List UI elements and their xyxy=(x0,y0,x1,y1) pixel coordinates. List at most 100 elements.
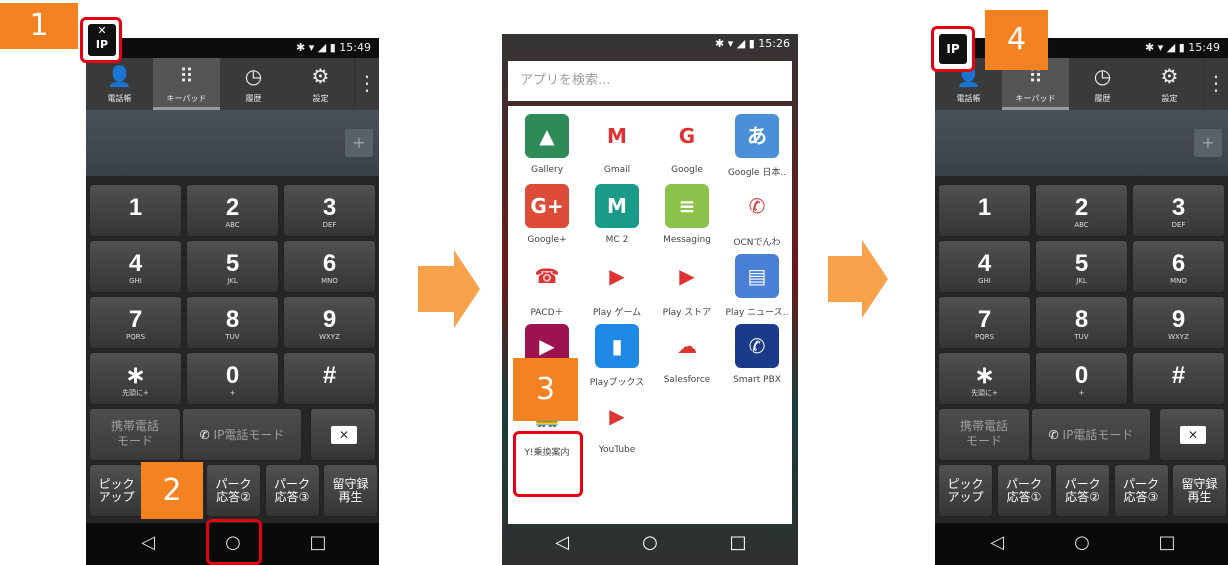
dial-key[interactable]: 9 WXYZ xyxy=(1132,296,1225,349)
status-bar: ✱ ▾ ◢ ▮ 15:49 xyxy=(86,38,379,58)
tab-history[interactable]: ◷ 履歴 xyxy=(1069,58,1136,110)
app-launcher-item[interactable]: G+ Google+ xyxy=(512,178,582,258)
backspace-button[interactable]: ✕ xyxy=(310,408,376,461)
dial-key[interactable]: 8 TUV xyxy=(186,296,279,349)
back-icon[interactable]: ◁ xyxy=(967,531,1027,555)
mobile-mode-button[interactable]: 携帯電話 モード xyxy=(938,408,1030,461)
function-key-row: ピック アップ パーク 応答② パーク 応答③ 留守録 再生 xyxy=(86,464,379,517)
function-key[interactable]: パーク 応答③ xyxy=(1113,464,1169,517)
dial-key[interactable]: 6 MNO xyxy=(283,240,376,293)
ip-mode-label: IP電話モード xyxy=(1062,428,1134,442)
recents-icon[interactable]: □ xyxy=(1137,531,1197,555)
tab-label: 電話帳 xyxy=(956,94,981,103)
dial-key-letters: + xyxy=(1078,389,1085,397)
smart-pbx-off-icon[interactable]: ✕ IP xyxy=(88,24,116,56)
dial-key[interactable]: 0 + xyxy=(1035,352,1128,405)
overflow-menu-icon[interactable]: ⋮ xyxy=(355,58,379,110)
app-search-input[interactable]: アプリを検索... xyxy=(508,61,792,101)
dial-key-digit: 1 xyxy=(128,194,143,221)
function-key[interactable]: パーク 応答① xyxy=(996,464,1052,517)
recents-icon[interactable]: □ xyxy=(288,531,348,555)
battery-icon: ▮ xyxy=(1178,41,1185,54)
app-label: PACD＋ xyxy=(530,308,564,318)
bluetooth-icon: ✱ xyxy=(296,41,306,54)
smart-pbx-icon: ✆ xyxy=(735,324,779,368)
function-key[interactable]: ピック アップ xyxy=(89,464,144,517)
function-key[interactable]: パーク 応答② xyxy=(206,464,261,517)
dial-key[interactable]: 2 ABC xyxy=(186,184,279,237)
backspace-button[interactable]: ✕ xyxy=(1159,408,1225,461)
dial-key[interactable]: 1 xyxy=(89,184,182,237)
backspace-icon: ✕ xyxy=(1180,426,1206,444)
dial-key[interactable]: 2 ABC xyxy=(1035,184,1128,237)
dial-key[interactable]: 7 PQRS xyxy=(938,296,1031,349)
number-display: + xyxy=(86,110,379,176)
app-launcher-item[interactable]: ≡ Messaging xyxy=(652,178,722,258)
app-launcher-item[interactable]: ▲ Gallery xyxy=(512,108,582,188)
dial-key[interactable]: 5 JKL xyxy=(1035,240,1128,293)
home-icon[interactable]: ○ xyxy=(620,531,680,555)
dial-key[interactable]: ∗ 先頭に+ xyxy=(938,352,1031,405)
dial-key[interactable]: 6 MNO xyxy=(1132,240,1225,293)
add-contact-icon[interactable]: + xyxy=(1194,129,1222,157)
dial-key[interactable]: 4 GHI xyxy=(938,240,1031,293)
tab-contacts[interactable]: 👤 電話帳 xyxy=(86,58,153,110)
app-launcher-item[interactable]: ▶ Play ゲーム xyxy=(582,248,652,328)
tab-settings[interactable]: ⚙ 設定 xyxy=(287,58,354,110)
dial-key-digit: 4 xyxy=(977,250,992,277)
tab-label: 電話帳 xyxy=(107,94,132,103)
phone-handset-icon: ✆ xyxy=(1048,428,1059,442)
bluetooth-icon: ✱ xyxy=(1145,41,1155,54)
function-key[interactable]: ピック アップ xyxy=(938,464,993,517)
add-contact-icon[interactable]: + xyxy=(345,129,373,157)
app-launcher-item[interactable]: ✆ OCNでんわ xyxy=(722,178,792,258)
back-icon[interactable]: ◁ xyxy=(532,531,592,555)
app-launcher-item[interactable]: G Google xyxy=(652,108,722,188)
overflow-menu-icon[interactable]: ⋮ xyxy=(1204,58,1228,110)
app-launcher-item[interactable]: M MC 2 xyxy=(582,178,652,258)
dial-key[interactable]: # xyxy=(283,352,376,405)
back-icon[interactable]: ◁ xyxy=(118,531,178,555)
app-label: Play ストア xyxy=(662,308,712,318)
dial-key[interactable]: 8 TUV xyxy=(1035,296,1128,349)
dial-key-letters: TUV xyxy=(225,333,240,341)
smart-pbx-on-icon[interactable]: IP xyxy=(939,34,967,64)
status-time: 15:49 xyxy=(1188,41,1220,54)
dial-key[interactable]: 3 DEF xyxy=(1132,184,1225,237)
dial-key[interactable]: # xyxy=(1132,352,1225,405)
bluetooth-icon: ✱ xyxy=(715,37,725,50)
function-key[interactable]: 留守録 再生 xyxy=(1172,464,1227,517)
tab-label: 設定 xyxy=(312,94,329,103)
app-launcher-item[interactable]: ☁ Salesforce xyxy=(652,318,722,398)
tab-history[interactable]: ◷ 履歴 xyxy=(220,58,287,110)
tab-keypad[interactable]: ⠿ キーパッド xyxy=(153,58,220,110)
function-key[interactable]: パーク 応答② xyxy=(1055,464,1110,517)
tab-settings[interactable]: ⚙ 設定 xyxy=(1136,58,1203,110)
dial-key[interactable]: 1 xyxy=(938,184,1031,237)
function-key[interactable]: 留守録 再生 xyxy=(323,464,378,517)
dial-key[interactable]: 3 DEF xyxy=(283,184,376,237)
app-launcher-item[interactable]: あ Google 日本.. xyxy=(722,108,792,188)
dial-key[interactable]: 7 PQRS xyxy=(89,296,182,349)
app-launcher-item[interactable]: ▶ Play ストア xyxy=(652,248,722,328)
dial-key[interactable]: 5 JKL xyxy=(186,240,279,293)
app-launcher-item[interactable]: ▤ Play ニュース.. xyxy=(722,248,792,328)
mobile-mode-button[interactable]: 携帯電話 モード xyxy=(89,408,181,461)
dial-key[interactable]: 4 GHI xyxy=(89,240,182,293)
app-launcher-item[interactable]: M Gmail xyxy=(582,108,652,188)
dial-key-letters: + xyxy=(229,389,236,397)
app-label: Messaging xyxy=(663,235,711,245)
dial-key[interactable]: 0 + xyxy=(186,352,279,405)
app-label: OCNでんわ xyxy=(733,238,781,248)
history-icon: ◷ xyxy=(244,64,263,88)
wifi-icon: ▾ xyxy=(308,41,315,54)
app-launcher-item[interactable]: ▮ Playブックス xyxy=(582,318,652,398)
function-key[interactable]: パーク 応答③ xyxy=(264,464,320,517)
app-launcher-item[interactable]: ✆ Smart PBX xyxy=(722,318,792,398)
app-launcher-item[interactable]: ▶ YouTube xyxy=(582,388,652,468)
dial-key[interactable]: 9 WXYZ xyxy=(283,296,376,349)
app-launcher-item[interactable]: ☎ PACD＋ xyxy=(512,248,582,328)
recents-icon[interactable]: □ xyxy=(708,531,768,555)
home-icon[interactable]: ○ xyxy=(1052,531,1112,555)
dial-key[interactable]: ∗ 先頭に+ xyxy=(89,352,182,405)
